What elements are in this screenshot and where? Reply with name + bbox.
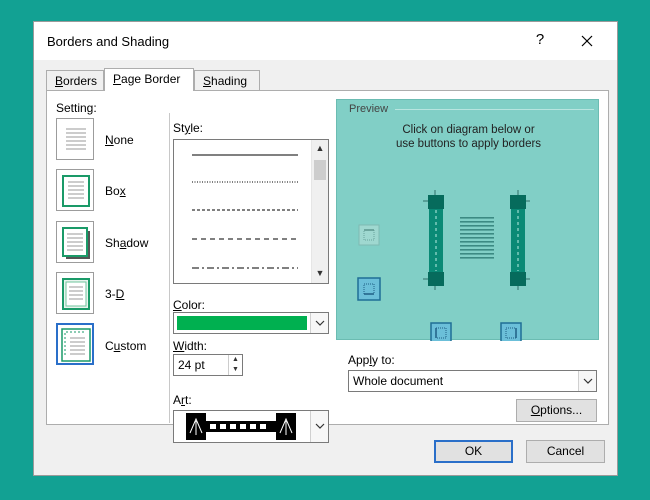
close-button[interactable] — [575, 30, 599, 52]
preview-diagram[interactable] — [337, 100, 600, 341]
line-style-options — [192, 154, 298, 269]
left-border-art — [428, 195, 444, 286]
setting-shadow-button[interactable] — [56, 221, 94, 263]
apply-to-dropdown-arrow[interactable] — [578, 371, 596, 391]
scroll-up-icon[interactable]: ▲ — [314, 143, 326, 155]
style-list-scrollbar[interactable]: ▲ ▼ — [311, 140, 328, 283]
tab-borders[interactable]: Borders — [46, 70, 104, 90]
ok-button[interactable]: OK — [434, 440, 513, 463]
scroll-thumb[interactable] — [314, 160, 326, 180]
page-border-panel: Setting: None Box Shadow 3-D Custom Styl… — [46, 90, 609, 443]
color-swatch — [177, 316, 307, 330]
art-dropdown[interactable] — [173, 410, 329, 443]
border-shadow-icon — [62, 227, 90, 259]
setting-3d-button[interactable] — [56, 272, 94, 314]
setting-none-label[interactable]: None — [105, 133, 134, 147]
setting-custom-button[interactable] — [56, 323, 94, 365]
close-icon — [581, 35, 593, 47]
style-label: Style: — [173, 121, 204, 135]
cancel-button[interactable]: Cancel — [526, 440, 605, 463]
apply-to-dropdown[interactable]: Whole document — [348, 370, 597, 392]
preview-area[interactable]: Preview Click on diagram below or use bu… — [336, 99, 600, 341]
chevron-down-icon — [583, 378, 593, 384]
title-bar: Borders and Shading ? — [34, 22, 617, 60]
width-label: Width: — [173, 339, 208, 353]
chevron-down-icon — [315, 320, 325, 326]
art-label: Art: — [173, 393, 192, 407]
color-dropdown-arrow[interactable] — [310, 313, 328, 333]
options-button[interactable]: Options... — [516, 399, 597, 422]
color-label: Color: — [173, 298, 206, 312]
art-border-sample — [186, 413, 296, 440]
art-dropdown-arrow[interactable] — [310, 411, 328, 442]
borders-and-shading-dialog: Borders and Shading ? Borders Page Borde… — [33, 21, 618, 476]
width-spin-buttons[interactable]: ▲ ▼ — [228, 355, 242, 375]
right-border-art — [510, 195, 526, 286]
border-custom-icon — [61, 328, 91, 362]
setting-shadow-label[interactable]: Shadow — [105, 236, 148, 250]
chevron-down-icon — [315, 423, 325, 429]
setting-label: Setting: — [56, 101, 97, 115]
border-box-icon — [62, 175, 90, 207]
setting-custom-label[interactable]: Custom — [105, 339, 146, 353]
left-border-button-icon — [430, 322, 452, 341]
tab-page-border[interactable]: Page Border — [104, 68, 194, 91]
color-dropdown[interactable] — [173, 312, 329, 334]
right-border-button-icon — [500, 322, 522, 341]
help-button[interactable]: ? — [531, 31, 549, 48]
style-list[interactable]: ▲ ▼ — [173, 139, 329, 284]
column-separator — [169, 113, 170, 423]
width-value[interactable]: 24 pt — [178, 358, 205, 372]
apply-to-value: Whole document — [353, 374, 444, 388]
apply-to-label: Apply to: — [348, 353, 395, 367]
setting-none-button[interactable] — [56, 118, 94, 160]
setting-box-label[interactable]: Box — [105, 184, 126, 198]
spin-down-icon[interactable]: ▼ — [229, 365, 242, 375]
setting-box-button[interactable] — [56, 169, 94, 211]
dialog-title: Borders and Shading — [47, 34, 170, 49]
border-3d-icon — [62, 278, 90, 310]
scroll-down-icon[interactable]: ▼ — [314, 268, 326, 280]
spin-up-icon[interactable]: ▲ — [229, 355, 242, 365]
border-none-icon — [66, 128, 86, 150]
top-border-button-icon — [358, 224, 380, 246]
width-spinner[interactable]: 24 pt ▲ ▼ — [173, 354, 243, 376]
tab-shading[interactable]: Shading — [194, 70, 260, 90]
bottom-border-button-icon — [357, 277, 381, 301]
setting-3d-label[interactable]: 3-D — [105, 287, 124, 301]
